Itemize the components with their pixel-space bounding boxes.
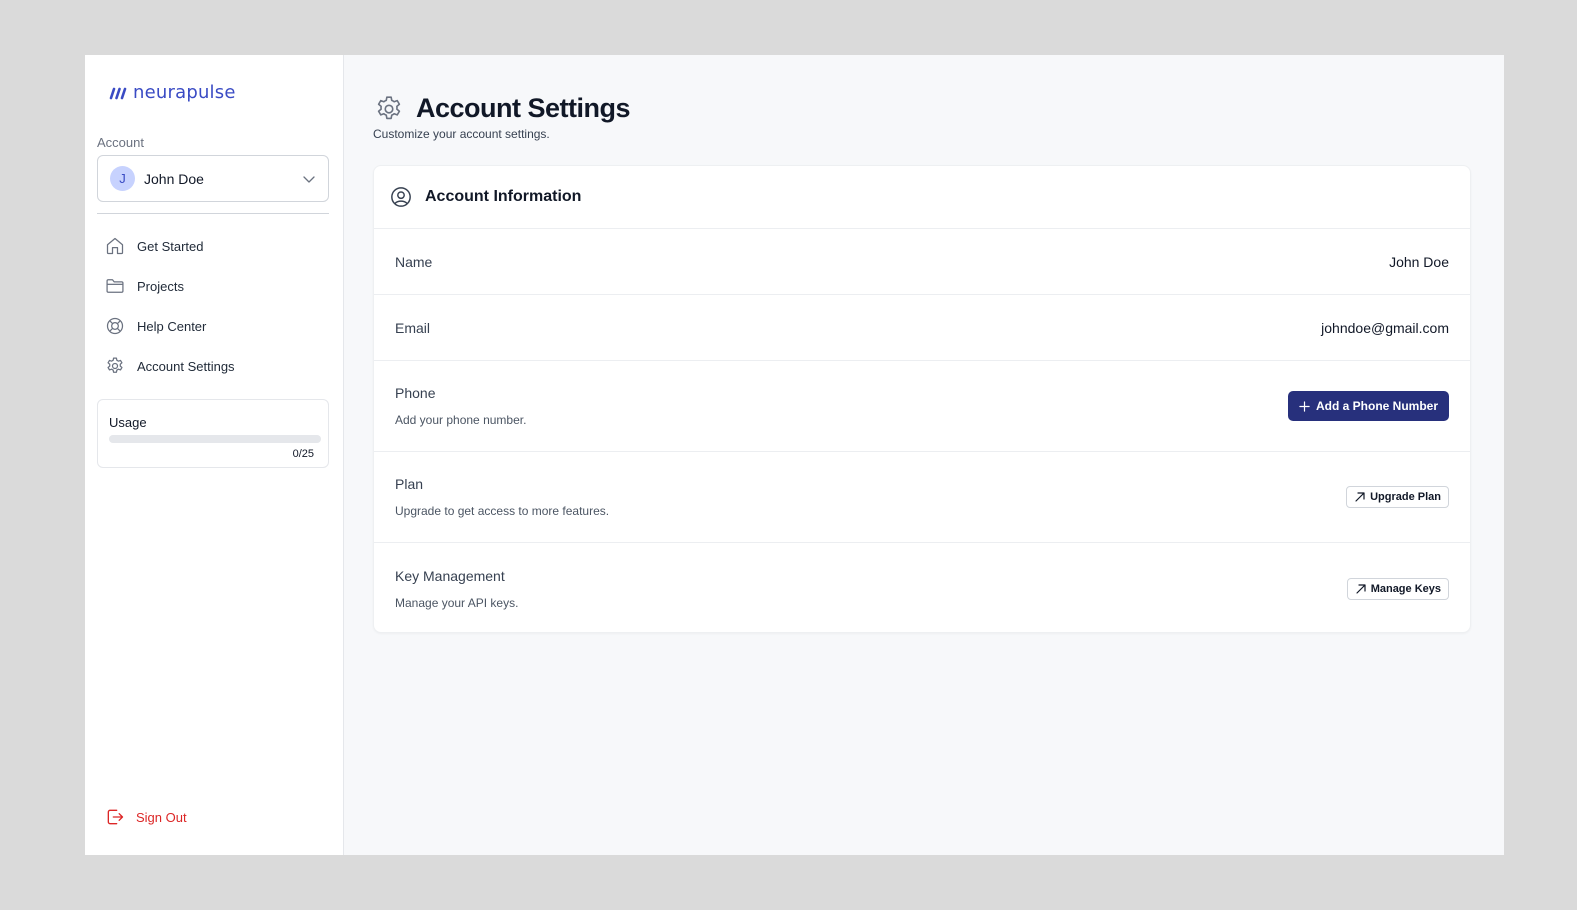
account-information-card: Account Information Name John Doe Email … bbox=[373, 165, 1471, 633]
phone-label: Phone bbox=[395, 385, 436, 401]
arrow-up-right-icon bbox=[1355, 492, 1365, 502]
brand-name: neurapulse bbox=[133, 82, 236, 103]
main-content: Account Settings Customize your account … bbox=[344, 55, 1504, 855]
sidebar-item-label: Projects bbox=[137, 278, 184, 294]
chevron-down-icon bbox=[303, 175, 315, 183]
name-row: Name John Doe bbox=[374, 229, 1470, 295]
usage-progress-bar bbox=[109, 435, 321, 443]
usage-title: Usage bbox=[109, 415, 147, 430]
sidebar-item-get-started[interactable]: Get Started bbox=[97, 226, 329, 266]
sign-out-label: Sign Out bbox=[136, 809, 187, 825]
sidebar-item-projects[interactable]: Projects bbox=[97, 266, 329, 306]
key-management-label: Key Management bbox=[395, 567, 505, 584]
plan-description: Upgrade to get access to more features. bbox=[395, 504, 610, 518]
sidebar-divider bbox=[97, 213, 329, 214]
lifebuoy-icon bbox=[106, 317, 124, 335]
logo-mark-icon bbox=[109, 87, 127, 99]
upgrade-plan-label: Upgrade Plan bbox=[1370, 491, 1441, 503]
sidebar-item-label: Account Settings bbox=[137, 358, 235, 374]
plan-row: Plan Upgrade to get access to more featu… bbox=[374, 452, 1470, 543]
add-phone-number-label: Add a Phone Number bbox=[1315, 399, 1438, 413]
folder-icon bbox=[106, 279, 124, 293]
plus-icon bbox=[1299, 400, 1310, 412]
sidebar-nav: Get Started Projects Help Center Account… bbox=[97, 226, 329, 386]
arrow-up-right-icon bbox=[1356, 583, 1366, 594]
gear-icon bbox=[107, 357, 123, 373]
phone-row: Phone Add your phone number. Add a Phone… bbox=[374, 361, 1470, 452]
sidebar-item-account-settings[interactable]: Account Settings bbox=[97, 346, 329, 386]
sidebar-item-label: Help Center bbox=[137, 318, 207, 334]
manage-keys-label: Manage Keys bbox=[1370, 582, 1441, 595]
email-value: johndoe@gmail.com bbox=[1321, 319, 1449, 336]
app-window: neurapulse Account J John Doe Get Starte… bbox=[85, 55, 1504, 855]
sign-out-icon bbox=[107, 809, 124, 825]
account-dropdown[interactable]: J John Doe bbox=[97, 155, 329, 202]
upgrade-plan-button[interactable]: Upgrade Plan bbox=[1346, 486, 1449, 508]
page-header: Account Settings bbox=[374, 93, 631, 124]
avatar: J bbox=[110, 166, 135, 191]
key-management-description: Manage your API keys. bbox=[395, 595, 519, 610]
account-name: John Doe bbox=[144, 170, 204, 187]
phone-description: Add your phone number. bbox=[395, 413, 527, 427]
account-label: Account bbox=[97, 135, 144, 150]
sidebar-item-help-center[interactable]: Help Center bbox=[97, 306, 329, 346]
usage-card: Usage 0/25 bbox=[97, 399, 329, 468]
name-value: John Doe bbox=[1389, 253, 1449, 270]
email-row: Email johndoe@gmail.com bbox=[374, 295, 1470, 361]
add-phone-number-button[interactable]: Add a Phone Number bbox=[1287, 391, 1449, 421]
name-label: Name bbox=[395, 253, 433, 270]
home-icon bbox=[106, 237, 124, 255]
user-circle-icon bbox=[391, 187, 411, 207]
card-header: Account Information bbox=[374, 166, 1470, 229]
sidebar-item-label: Get Started bbox=[137, 238, 204, 254]
sign-out-button[interactable]: Sign Out bbox=[105, 807, 187, 827]
manage-keys-button[interactable]: Manage Keys bbox=[1346, 577, 1449, 600]
email-label: Email bbox=[395, 319, 431, 336]
usage-count: 0/25 bbox=[292, 448, 314, 460]
card-title: Account Information bbox=[425, 188, 582, 205]
page-title: Account Settings bbox=[416, 93, 631, 123]
plan-label: Plan bbox=[395, 476, 424, 492]
sidebar: neurapulse Account J John Doe Get Starte… bbox=[85, 55, 344, 855]
page-subtitle: Customize your account settings. bbox=[373, 127, 550, 141]
gear-icon bbox=[377, 95, 401, 119]
brand-logo[interactable]: neurapulse bbox=[109, 82, 236, 103]
key-management-row: Key Management Manage your API keys. Man… bbox=[374, 543, 1470, 634]
